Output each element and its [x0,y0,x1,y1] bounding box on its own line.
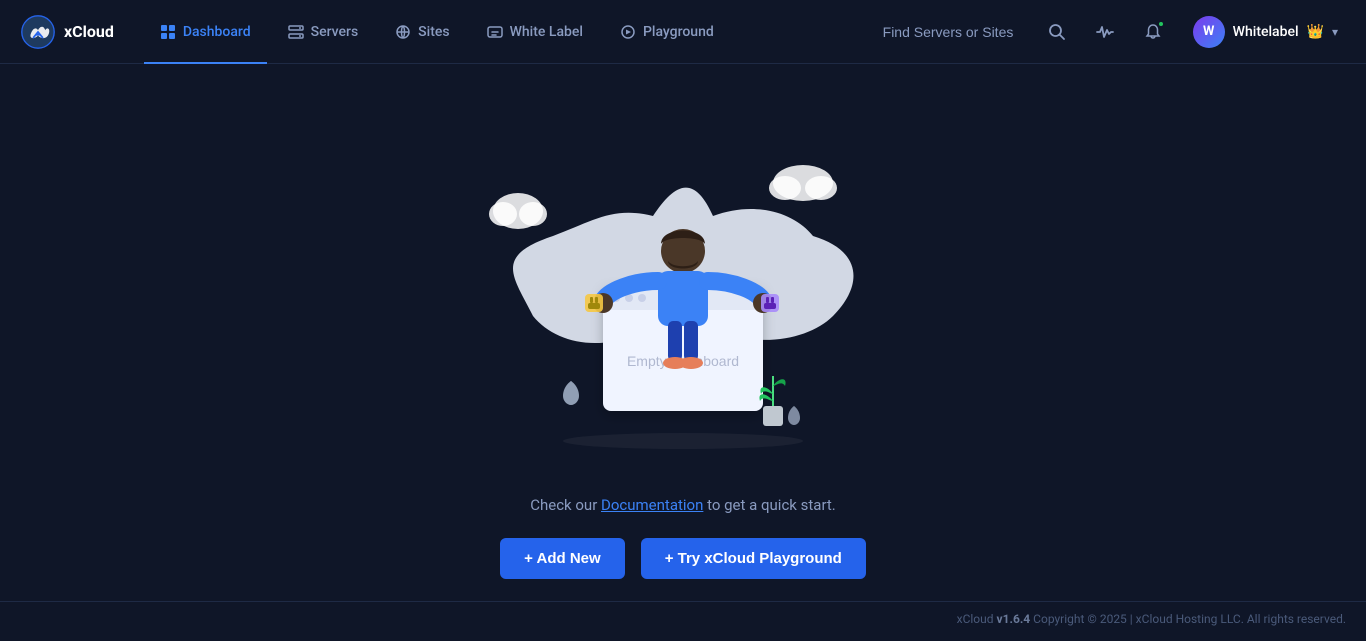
nav-item-whitelabel[interactable]: White Label [471,0,599,64]
nav-item-servers[interactable]: Servers [272,0,375,64]
chevron-down-icon: ▾ [1332,25,1338,39]
nav-links: Dashboard Servers Sites [144,0,883,64]
main-content: Empty Dashboard [0,64,1366,601]
nav-item-sites[interactable]: Sites [379,0,465,64]
notifications-button[interactable] [1137,16,1169,48]
logo-text: xCloud [64,22,114,41]
nav-item-dashboard[interactable]: Dashboard [144,0,267,64]
logo[interactable]: xCloud [20,14,114,50]
nav-item-playground[interactable]: Playground [604,0,730,64]
search-button[interactable] [1041,16,1073,48]
activity-button[interactable] [1089,16,1121,48]
servers-icon [288,24,304,40]
whitelabel-icon [487,24,503,40]
search-input[interactable] [883,24,1033,40]
documentation-link[interactable]: Documentation [601,496,703,514]
search-icon [1048,23,1066,41]
logo-icon [20,14,56,50]
nav-label-servers: Servers [311,24,359,40]
username: Whitelabel [1233,24,1299,40]
action-buttons: + Add New + Try xCloud Playground [500,538,866,579]
footer-text: xCloud v1.6.4 Copyright © 2025 | xCloud … [957,612,1346,626]
nav-label-playground: Playground [643,24,714,40]
user-menu[interactable]: W Whitelabel 👑 ▾ [1185,12,1346,52]
nav-label-sites: Sites [418,24,449,40]
footer: xCloud v1.6.4 Copyright © 2025 | xCloud … [0,601,1366,636]
crown-icon: 👑 [1307,24,1324,40]
activity-icon [1096,23,1114,41]
nav-label-dashboard: Dashboard [183,24,251,40]
nav-label-whitelabel: White Label [510,24,583,40]
try-playground-button[interactable]: + Try xCloud Playground [641,538,866,579]
add-new-button[interactable]: + Add New [500,538,625,579]
navbar: xCloud Dashboard Servers [0,0,1366,64]
dashboard-icon [160,24,176,40]
cta-description: Check our Documentation to get a quick s… [530,496,836,514]
sites-icon [395,24,411,40]
notification-dot [1157,20,1165,28]
playground-icon [620,24,636,40]
illustration-svg: Empty Dashboard [433,96,933,476]
avatar: W [1193,16,1225,48]
search-box[interactable] [883,16,1073,48]
illustration: Empty Dashboard [433,96,933,476]
nav-right: W Whitelabel 👑 ▾ [883,12,1346,52]
